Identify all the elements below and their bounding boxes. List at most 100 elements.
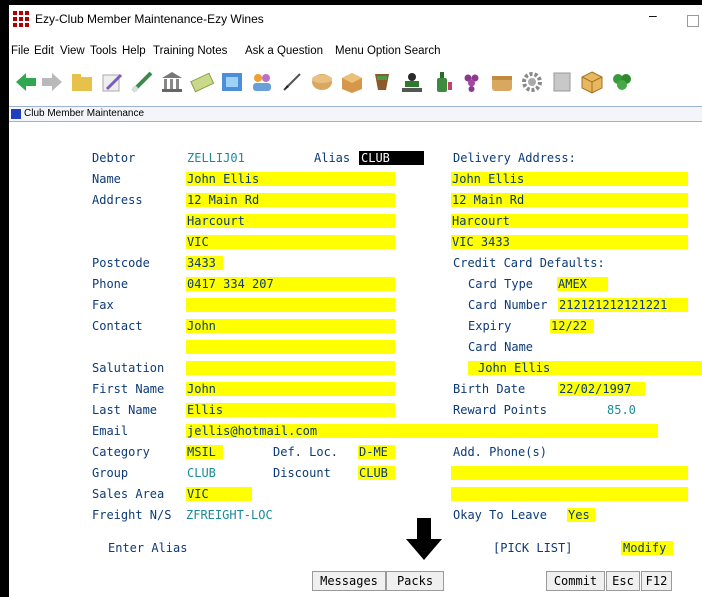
mode-indicator: Modify <box>621 541 673 555</box>
fax-field[interactable] <box>186 298 395 312</box>
packs-button[interactable]: Packs <box>386 571 444 591</box>
crate-icon[interactable] <box>489 69 515 95</box>
delivery-line3-field[interactable]: Harcourt <box>451 214 688 228</box>
esc-button[interactable]: Esc <box>606 571 640 591</box>
edit-icon[interactable] <box>99 69 125 95</box>
window-title: Ezy-Club Member Maintenance-Ezy Wines <box>35 12 264 26</box>
bottle-icon[interactable] <box>429 69 455 95</box>
salutation-label: Salutation <box>92 361 165 375</box>
email-field[interactable]: jellis@hotmail.com <box>186 424 658 438</box>
folder-open-icon[interactable] <box>69 69 95 95</box>
birth-date-label: Birth Date <box>453 382 526 396</box>
delivery-line4-field[interactable]: VIC 3433 <box>451 235 688 249</box>
cube-icon[interactable] <box>579 69 605 95</box>
debtor-value[interactable]: ZELLIJ01 <box>187 151 245 166</box>
address-line1-field[interactable]: 12 Main Rd <box>186 193 395 207</box>
first-name-field[interactable]: John <box>186 382 395 396</box>
group-label: Group <box>92 466 129 480</box>
debtor-label: Debtor <box>92 151 136 165</box>
screen-icon[interactable] <box>219 69 245 95</box>
sales-area-label: Sales Area <box>92 487 165 501</box>
pen-icon[interactable] <box>129 69 155 95</box>
gear-icon[interactable] <box>519 69 545 95</box>
freight-value[interactable]: ZFREIGHT-LOC <box>186 508 273 523</box>
last-name-field[interactable]: Ellis <box>186 403 395 417</box>
money-icon[interactable] <box>189 69 215 95</box>
birth-date-field[interactable]: 22/02/1997 <box>558 382 645 396</box>
group-value[interactable]: CLUB <box>187 466 216 481</box>
freight-label: Freight N/S <box>92 508 172 522</box>
card-name-label: Card Name <box>468 340 534 354</box>
card-type-field[interactable]: AMEX <box>557 277 608 291</box>
card-number-label: Card Number <box>468 298 548 312</box>
def-loc-field[interactable]: D-ME <box>358 445 395 459</box>
menu-help[interactable]: Help <box>122 45 146 57</box>
address-line2-field[interactable]: Harcourt <box>186 214 395 228</box>
people-icon[interactable] <box>249 69 275 95</box>
first-name-label: First Name <box>92 382 165 396</box>
messages-button[interactable]: Messages <box>312 571 386 591</box>
toolbar <box>9 63 702 103</box>
menu-edit[interactable]: Edit <box>34 45 54 57</box>
discount-field[interactable]: CLUB <box>358 466 395 480</box>
add-phone-line1-field[interactable] <box>451 466 688 480</box>
last-name-label: Last Name <box>92 403 158 417</box>
arrow-down-icon <box>406 518 442 560</box>
category-field[interactable]: MSIL <box>186 445 223 459</box>
name-label: Name <box>92 172 121 186</box>
delivery-line1-field[interactable]: John Ellis <box>451 172 688 186</box>
email-label: Email <box>92 424 129 438</box>
salutation-field[interactable] <box>186 361 395 375</box>
sales-area-field[interactable]: VIC <box>186 487 252 501</box>
alias-input[interactable]: CLUB <box>359 151 424 165</box>
expiry-field[interactable]: 12/22 <box>550 319 594 333</box>
postcode-label: Postcode <box>92 256 150 270</box>
minimize-button[interactable]: – <box>649 7 657 23</box>
cup-icon[interactable] <box>369 69 395 95</box>
forward-arrow-icon[interactable] <box>39 69 65 95</box>
menu-view[interactable]: View <box>60 45 85 57</box>
app-grid-icon <box>13 11 29 27</box>
box-round-icon[interactable] <box>309 69 335 95</box>
postcode-field[interactable]: 3433 <box>186 256 223 270</box>
menu-tools[interactable]: Tools <box>90 45 117 57</box>
note-icon[interactable] <box>549 69 575 95</box>
reward-points-value: 85.0 <box>607 403 636 417</box>
member-form: Debtor ZELLIJ01 Alias CLUB Name John Ell… <box>9 121 702 597</box>
okay-to-leave-field[interactable]: Yes <box>567 508 595 522</box>
title-bar: Ezy-Club Member Maintenance-Ezy Wines – <box>9 5 702 39</box>
document-tab: Club Member Maintenance <box>9 106 702 122</box>
contact-line2-field[interactable] <box>186 340 395 354</box>
f12-button[interactable]: F12 <box>641 571 672 591</box>
phone-field[interactable]: 0417 334 207 <box>186 277 395 291</box>
commit-button[interactable]: Commit <box>546 571 605 591</box>
plant-icon[interactable] <box>609 69 635 95</box>
contact-field[interactable]: John <box>186 319 395 333</box>
pen-nib-icon[interactable] <box>279 69 305 95</box>
credit-card-label: Credit Card Defaults: <box>453 256 605 270</box>
name-field[interactable]: John Ellis <box>186 172 395 186</box>
expiry-label: Expiry <box>468 319 512 333</box>
delivery-line2-field[interactable]: 12 Main Rd <box>451 193 688 207</box>
document-title: Club Member Maintenance <box>24 108 145 119</box>
back-arrow-icon[interactable] <box>13 69 39 95</box>
menu-ask-a-question[interactable]: Ask a Question <box>245 45 323 57</box>
person-tray-icon[interactable] <box>399 69 425 95</box>
maximize-button[interactable] <box>687 15 699 27</box>
address-line3-field[interactable]: VIC <box>186 235 395 249</box>
add-phone-label: Add. Phone(s) <box>453 445 547 459</box>
def-loc-label: Def. Loc. <box>273 445 339 459</box>
menu-training-notes[interactable]: Training Notes <box>153 45 227 57</box>
grapes-icon[interactable] <box>459 69 485 95</box>
menu-option-search[interactable]: Menu Option Search <box>335 45 440 57</box>
box-icon[interactable] <box>339 69 365 95</box>
delivery-address-label: Delivery Address: <box>453 151 576 165</box>
menu-file[interactable]: File <box>11 45 30 57</box>
status-prompt: Enter Alias <box>108 541 188 555</box>
add-phone-line2-field[interactable] <box>451 487 688 501</box>
app-window: Ezy-Club Member Maintenance-Ezy Wines – … <box>9 5 702 597</box>
card-number-field[interactable]: 212121212121221 <box>558 298 688 312</box>
card-name-field[interactable]: John Ellis <box>468 361 702 375</box>
bank-icon[interactable] <box>159 69 185 95</box>
pick-list-link[interactable]: [PICK LIST] <box>493 541 572 556</box>
